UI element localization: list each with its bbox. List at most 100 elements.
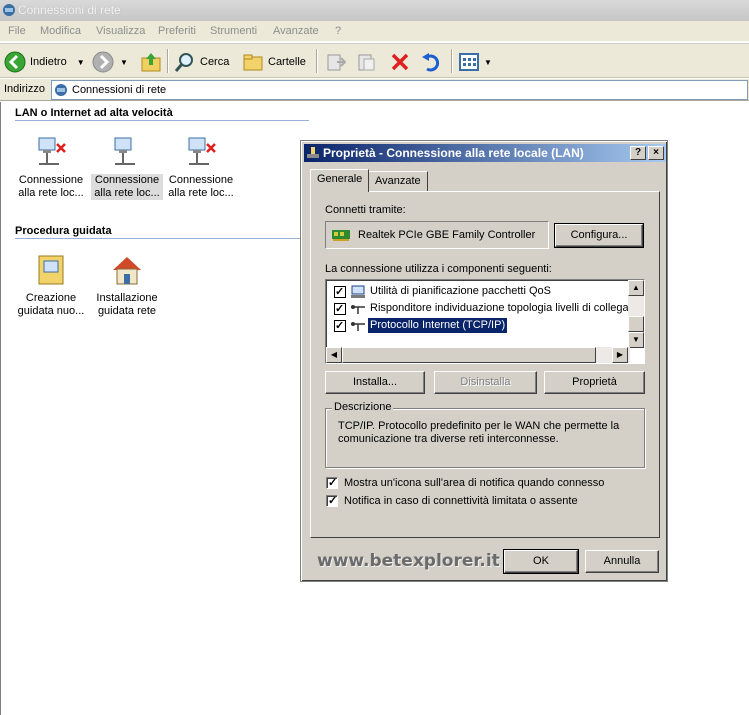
window-title: Connessioni di rete — [18, 3, 121, 17]
move-to-button[interactable] — [325, 49, 347, 75]
copy-to-button[interactable] — [356, 49, 378, 75]
adapter-field: Realtek PCIe GBE Family Controller — [325, 221, 549, 249]
item-label-line2: guidata rete — [97, 305, 157, 317]
toolbar-separator — [451, 49, 453, 73]
views-button[interactable]: ▼ — [458, 49, 492, 75]
component-label: Utilità di pianificazione pacchetti QoS — [370, 285, 551, 297]
folders-button[interactable]: Cartelle — [242, 49, 306, 75]
search-button[interactable]: Cerca — [174, 49, 229, 75]
chevron-down-icon: ▼ — [76, 57, 85, 67]
component-label: Risponditore individuazione topologia li… — [370, 302, 644, 314]
item-label-line2: guidata nuo... — [17, 305, 85, 317]
list-item[interactable]: Risponditore individuazione topologia li… — [334, 301, 644, 318]
forward-button[interactable]: ▼ — [92, 49, 128, 75]
item-label-line2: alla rete loc... — [94, 187, 160, 199]
lan-connection-1[interactable]: Connessione alla rete loc... — [15, 134, 87, 200]
up-folder-button[interactable] — [140, 49, 162, 75]
notify-checkbox[interactable]: Notifica in caso di connettività limitat… — [326, 494, 578, 510]
tab-avanzate[interactable]: Avanzate — [368, 171, 428, 191]
undo-icon — [422, 53, 440, 72]
back-button[interactable]: Indietro ▼ — [4, 49, 85, 75]
properties-button[interactable]: Proprietà — [544, 371, 645, 394]
lan-connection-3[interactable]: Connessione alla rete loc... — [165, 134, 237, 200]
menu-help[interactable]: ? — [335, 25, 341, 37]
components-label: La connessione utilizza i componenti seg… — [325, 263, 552, 275]
description-text: TCP/IP. Protocollo predefinito per le WA… — [338, 420, 620, 445]
lan-connection-2[interactable]: Connessione alla rete loc... — [91, 134, 163, 200]
configure-button[interactable]: Configura... — [554, 223, 644, 248]
network-connections-icon — [55, 84, 67, 96]
network-protocol-icon — [351, 322, 365, 331]
component-checkbox[interactable] — [334, 285, 346, 300]
new-connection-wizard-icon — [33, 252, 69, 288]
description-legend: Descrizione — [332, 401, 394, 413]
toolbar-separator — [167, 49, 169, 73]
views-grid-icon — [459, 53, 479, 71]
menu-visualizza[interactable]: Visualizza — [96, 25, 145, 37]
search-icon — [174, 53, 193, 72]
up-folder-icon — [141, 53, 161, 72]
network-setup-wizard[interactable]: Installazione guidata rete — [91, 252, 163, 318]
help-button[interactable]: ? — [630, 146, 646, 160]
network-card-icon — [332, 230, 350, 241]
cancel-button[interactable]: Annulla — [585, 550, 659, 573]
checkbox-checked[interactable] — [326, 494, 338, 508]
menu-file[interactable]: File — [8, 25, 26, 37]
item-label-line1: Creazione — [25, 292, 77, 304]
list-item[interactable]: Protocollo Internet (TCP/IP) — [334, 318, 634, 335]
checkbox-checked[interactable] — [326, 476, 338, 490]
component-checkbox[interactable] — [334, 319, 346, 334]
tab-generale[interactable]: Generale — [310, 169, 370, 192]
scroll-down-icon[interactable]: ▼ — [628, 332, 644, 348]
scroll-thumb[interactable] — [342, 347, 596, 363]
scroll-left-icon[interactable]: ◀ — [326, 347, 342, 363]
adapter-name: Realtek PCIe GBE Family Controller — [358, 229, 536, 241]
menu-avanzate[interactable]: Avanzate — [273, 25, 319, 37]
menu-bar: File Modifica Visualizza Preferiti Strum… — [0, 21, 749, 42]
close-button[interactable]: × — [648, 146, 664, 160]
network-protocol-icon — [351, 305, 365, 314]
dialog-title-bar: Proprietà - Connessione alla rete locale… — [304, 144, 666, 162]
move-to-icon — [327, 54, 347, 71]
ok-button[interactable]: OK — [503, 549, 579, 574]
menu-strumenti[interactable]: Strumenti — [210, 25, 257, 37]
scroll-right-icon[interactable]: ▶ — [612, 347, 628, 363]
list-item[interactable]: Utilità di pianificazione pacchetti QoS — [334, 284, 634, 301]
toolbar-separator — [316, 49, 318, 73]
scroll-up-icon[interactable]: ▲ — [628, 280, 644, 296]
network-connections-icon — [3, 4, 15, 16]
forward-arrow-icon — [92, 51, 114, 73]
copy-to-icon — [358, 54, 375, 71]
menu-modifica[interactable]: Modifica — [40, 25, 81, 37]
components-list[interactable]: Utilità di pianificazione pacchetti QoS … — [325, 279, 645, 364]
wizard-section-title: Procedura guidata — [15, 225, 309, 239]
menu-preferiti[interactable]: Preferiti — [158, 25, 196, 37]
qos-scheduler-icon — [351, 285, 365, 298]
vertical-scrollbar[interactable]: ▲ ▼ — [628, 280, 644, 348]
back-arrow-icon — [4, 51, 26, 73]
scroll-thumb[interactable] — [628, 316, 644, 332]
lan-section-title: LAN o Internet ad alta velocità — [15, 107, 309, 121]
new-connection-wizard[interactable]: Creazione guidata nuo... — [15, 252, 87, 318]
chevron-down-icon: ▼ — [484, 57, 492, 67]
uninstall-button[interactable]: Disinstalla — [434, 371, 537, 394]
item-label-line1: Connessione — [18, 174, 84, 186]
lan-connection-disabled-icon — [183, 134, 219, 170]
search-button-label: Cerca — [200, 56, 230, 68]
folders-button-label: Cartelle — [268, 56, 306, 68]
install-button[interactable]: Installa... — [325, 371, 425, 394]
horizontal-scrollbar[interactable]: ◀ ▶ — [326, 347, 630, 363]
folders-icon — [243, 54, 263, 71]
item-label-line1: Connessione — [168, 174, 234, 186]
item-label-line2: alla rete loc... — [18, 187, 84, 199]
address-label: Indirizzo — [4, 83, 45, 95]
component-label: Protocollo Internet (TCP/IP) — [368, 318, 508, 333]
item-label-line2: alla rete loc... — [168, 187, 234, 199]
show-icon-checkbox[interactable]: Mostra un'icona sull'area di notifica qu… — [326, 476, 604, 492]
component-checkbox[interactable] — [334, 302, 346, 317]
toolbar: Indietro ▼ ▼ Cerca Cartelle ▼ — [0, 43, 749, 78]
undo-button[interactable] — [420, 49, 442, 75]
window-title-bar: Connessioni di rete — [0, 0, 749, 21]
delete-button[interactable] — [389, 49, 411, 75]
address-field[interactable]: Connessioni di rete — [51, 80, 748, 100]
